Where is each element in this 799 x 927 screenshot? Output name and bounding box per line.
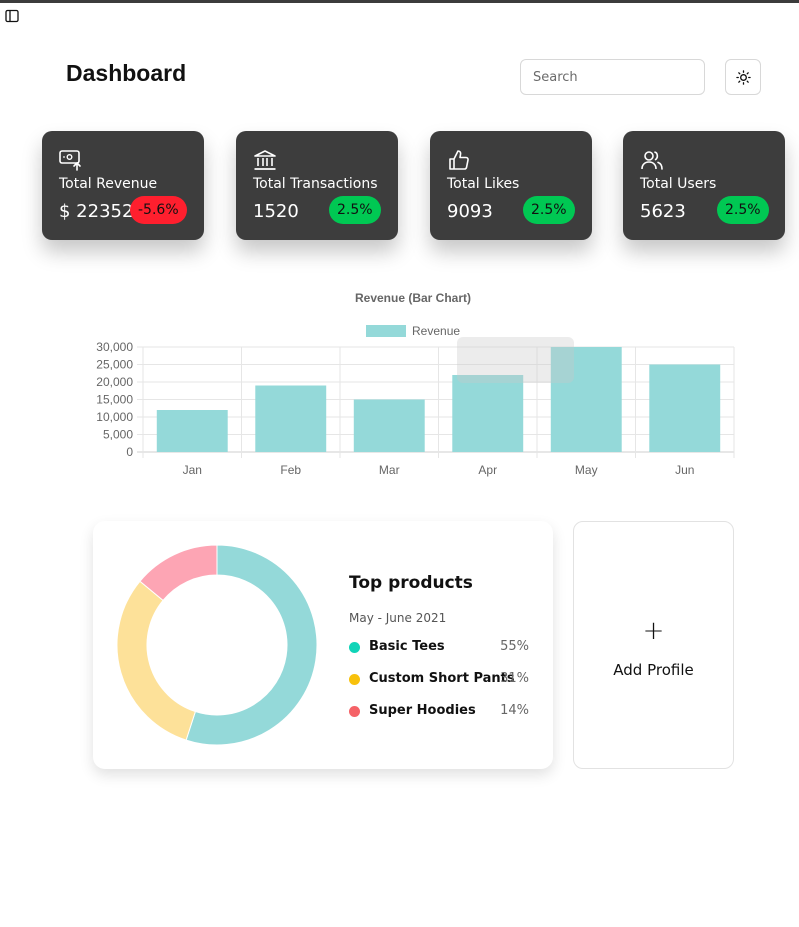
add-profile-label: Add Profile <box>613 661 694 679</box>
x-tick-label: Mar <box>379 463 400 477</box>
revenue-bar-chart: Revenue 30,000 25,000 20,000 15,000 10,000 5,… <box>96 324 735 477</box>
products-donut-chart <box>116 544 318 746</box>
bar-jun <box>649 364 721 452</box>
product-row: Basic Tees 55% <box>349 638 529 658</box>
y-tick-label: 25,000 <box>96 358 133 372</box>
chart-tooltip <box>457 337 574 383</box>
product-percent: 55% <box>500 639 529 654</box>
product-color-dot <box>349 706 360 717</box>
product-row: Custom Short Pants 31% <box>349 670 529 690</box>
product-name: Basic Tees <box>369 639 445 654</box>
legend-swatch[interactable] <box>366 325 406 337</box>
x-tick-label: Feb <box>280 463 301 477</box>
x-tick-label: May <box>575 463 598 477</box>
y-tick-label: 30,000 <box>96 340 133 354</box>
product-name: Super Hoodies <box>369 703 476 718</box>
bar-apr <box>452 375 524 452</box>
donut-slice-custom-short-pants <box>116 580 196 741</box>
legend-label[interactable]: Revenue <box>412 324 460 338</box>
bar-mar <box>353 399 425 452</box>
product-percent: 31% <box>500 671 529 686</box>
x-tick-label: Jan <box>183 463 202 477</box>
plus-icon: + <box>642 616 665 646</box>
y-tick-label: 0 <box>126 445 133 459</box>
top-products-card: Top products May - June 2021 Basic Tees … <box>93 521 553 769</box>
product-color-dot <box>349 674 360 685</box>
add-profile-button[interactable]: + Add Profile <box>573 521 734 769</box>
bar-feb <box>255 385 327 452</box>
product-row: Super Hoodies 14% <box>349 702 529 722</box>
y-tick-label: 5,000 <box>103 428 133 442</box>
product-name: Custom Short Pants <box>369 671 515 686</box>
x-tick-label: Jun <box>675 463 694 477</box>
products-subtitle: May - June 2021 <box>349 611 447 625</box>
product-percent: 14% <box>500 703 529 718</box>
bar-jan <box>156 410 228 452</box>
y-tick-label: 20,000 <box>96 375 133 389</box>
product-color-dot <box>349 642 360 653</box>
products-title: Top products <box>349 573 473 593</box>
x-tick-label: Apr <box>478 463 497 477</box>
y-tick-label: 10,000 <box>96 410 133 424</box>
y-tick-label: 15,000 <box>96 393 133 407</box>
